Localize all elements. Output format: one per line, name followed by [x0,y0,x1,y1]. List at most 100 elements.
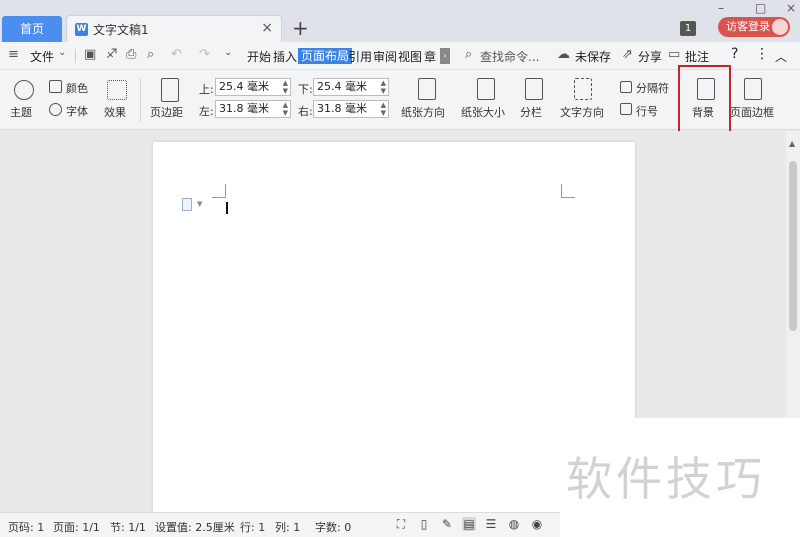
writer-icon: W [75,23,88,36]
menu-tab-review[interactable]: 审阅 [373,48,397,65]
theme-button[interactable]: 主题 [10,104,32,120]
spinner-arrows-icon[interactable]: ▲ ▼ [381,101,386,117]
status-section[interactable]: 节: 1/1 [110,519,146,535]
margin-corner-top-right [561,184,575,198]
watermark-text: 软件技巧 [566,452,766,506]
margins-button[interactable]: 页边距 [150,104,183,120]
menu-tab-chapter[interactable]: 章 [424,48,436,65]
chevron-down-icon[interactable]: ▼ [197,200,202,208]
font-button[interactable]: 字体 [66,103,88,119]
menu-tab-page-layout[interactable]: 页面布局 [298,48,353,64]
command-search-input[interactable]: 查找命令... [480,48,539,65]
edit-mode-icon[interactable]: ✎ [440,517,454,531]
redo-icon[interactable]: ↷ [199,47,210,62]
visitor-login-button[interactable]: 访客登录 [718,17,790,37]
outline-view-icon[interactable]: ☰ [484,517,498,531]
format-painter-icon[interactable]: ♐ [106,47,118,62]
spinner-arrows-icon[interactable]: ▲ ▼ [283,101,288,117]
left-margin-label: 左: [199,105,214,118]
orientation-icon[interactable] [418,78,436,100]
avatar-icon [772,19,788,35]
tab-home[interactable]: 首页 [2,16,62,42]
page-border-icon[interactable] [744,78,762,100]
quick-access-dropdown-icon[interactable]: ⌄ [224,47,232,58]
status-word-count[interactable]: 字数: 0 [315,519,351,535]
line-numbers-button[interactable]: 行号 [636,103,658,119]
save-icon[interactable]: ▣ [84,47,96,62]
unsaved-status[interactable]: 未保存 [575,48,611,65]
share-button[interactable]: 分享 [638,48,662,65]
tab-document[interactable]: W 文字文稿1 × [66,15,282,42]
left-margin-input[interactable]: 31.8 毫米 ▲ ▼ [215,100,291,118]
text-direction-icon[interactable] [574,78,592,100]
print-icon[interactable]: ⎙ [126,47,136,62]
window-count-badge[interactable]: 1 [680,21,696,36]
fullscreen-icon[interactable]: ⛶ [394,517,408,531]
colors-icon [49,80,62,93]
colors-button[interactable]: 颜色 [66,80,88,96]
status-column[interactable]: 列: 1 [275,519,300,535]
web-view-icon[interactable]: ◍ [507,517,521,531]
text-direction-button[interactable]: 文字方向 [560,104,604,120]
status-page-number[interactable]: 页码: 1 [8,519,44,535]
columns-icon[interactable] [525,78,543,100]
right-margin-label: 右: [298,105,313,118]
status-pages[interactable]: 页面: 1/1 [53,519,100,535]
paragraph-layout-icon[interactable] [182,198,192,211]
menu-tab-home[interactable]: 开始 [247,48,271,65]
close-tab-icon[interactable]: × [261,20,273,36]
tab-document-label: 文字文稿1 [93,23,149,37]
collapse-ribbon-icon[interactable]: ︿ [775,48,787,65]
bottom-margin-input[interactable]: 25.4 毫米 ▲ ▼ [313,78,389,96]
more-tabs-arrow-icon[interactable]: › [440,48,450,64]
reading-mode-icon[interactable]: ▯ [417,517,431,531]
right-margin-input[interactable]: 31.8 毫米 ▲ ▼ [313,100,389,118]
maximize-icon[interactable]: □ [755,1,766,15]
scrollbar-thumb[interactable] [789,161,797,331]
close-window-icon[interactable]: × [786,1,796,15]
bottom-margin-label: 下: [298,83,313,96]
eye-protection-icon[interactable]: ◉ [530,517,544,531]
page-view-icon[interactable]: ▤ [462,517,476,531]
new-tab-button[interactable]: + [292,17,309,39]
top-margin-label: 上: [199,83,214,96]
spinner-arrows-icon[interactable]: ▲ ▼ [381,79,386,95]
breaks-button[interactable]: 分隔符 [636,80,669,96]
margins-icon[interactable] [161,78,179,102]
cloud-icon: ☁ [557,47,570,62]
print-preview-icon[interactable]: ⌕ [147,47,154,62]
undo-icon[interactable]: ↶ [171,47,182,62]
chevron-down-icon[interactable]: ⌄ [58,47,66,58]
columns-button[interactable]: 分栏 [520,104,542,120]
right-margin-value: 31.8 毫米 [317,102,367,115]
search-icon: ⌕ [465,47,473,62]
left-margin-value: 31.8 毫米 [219,102,269,115]
divider [140,78,141,122]
divider [75,49,76,63]
status-row[interactable]: 行: 1 [240,519,265,535]
effects-button[interactable]: 效果 [104,104,126,120]
orientation-button[interactable]: 纸张方向 [401,104,445,120]
share-icon: ⇗ [622,47,633,62]
menu-tab-insert[interactable]: 插入 [273,48,297,65]
line-numbers-icon [620,103,632,115]
spinner-arrows-icon[interactable]: ▲ ▼ [283,79,288,95]
hamburger-menu-icon[interactable]: ≡ [8,47,19,62]
minimize-icon[interactable]: – [718,1,724,15]
scroll-up-icon[interactable]: ▲ [789,139,795,148]
paper-size-icon[interactable] [477,78,495,100]
help-icon[interactable]: ? [731,46,738,62]
menu-tab-view[interactable]: 视图 [398,48,422,65]
menu-tab-references[interactable]: 引用 [348,48,372,65]
menu-file[interactable]: 文件 [30,48,54,65]
top-margin-input[interactable]: 25.4 毫米 ▲ ▼ [215,78,291,96]
theme-palette-icon[interactable] [14,80,34,100]
status-setting-value[interactable]: 设置值: 2.5厘米 [155,519,235,535]
more-options-icon[interactable]: ⋮ [755,46,769,62]
page-border-button[interactable]: 页面边框 [730,104,774,120]
effects-icon[interactable] [107,80,127,100]
paper-size-button[interactable]: 纸张大小 [461,104,505,120]
bottom-margin-value: 25.4 毫米 [317,80,367,93]
font-icon [49,103,62,116]
comment-button[interactable]: 批注 [685,48,709,65]
